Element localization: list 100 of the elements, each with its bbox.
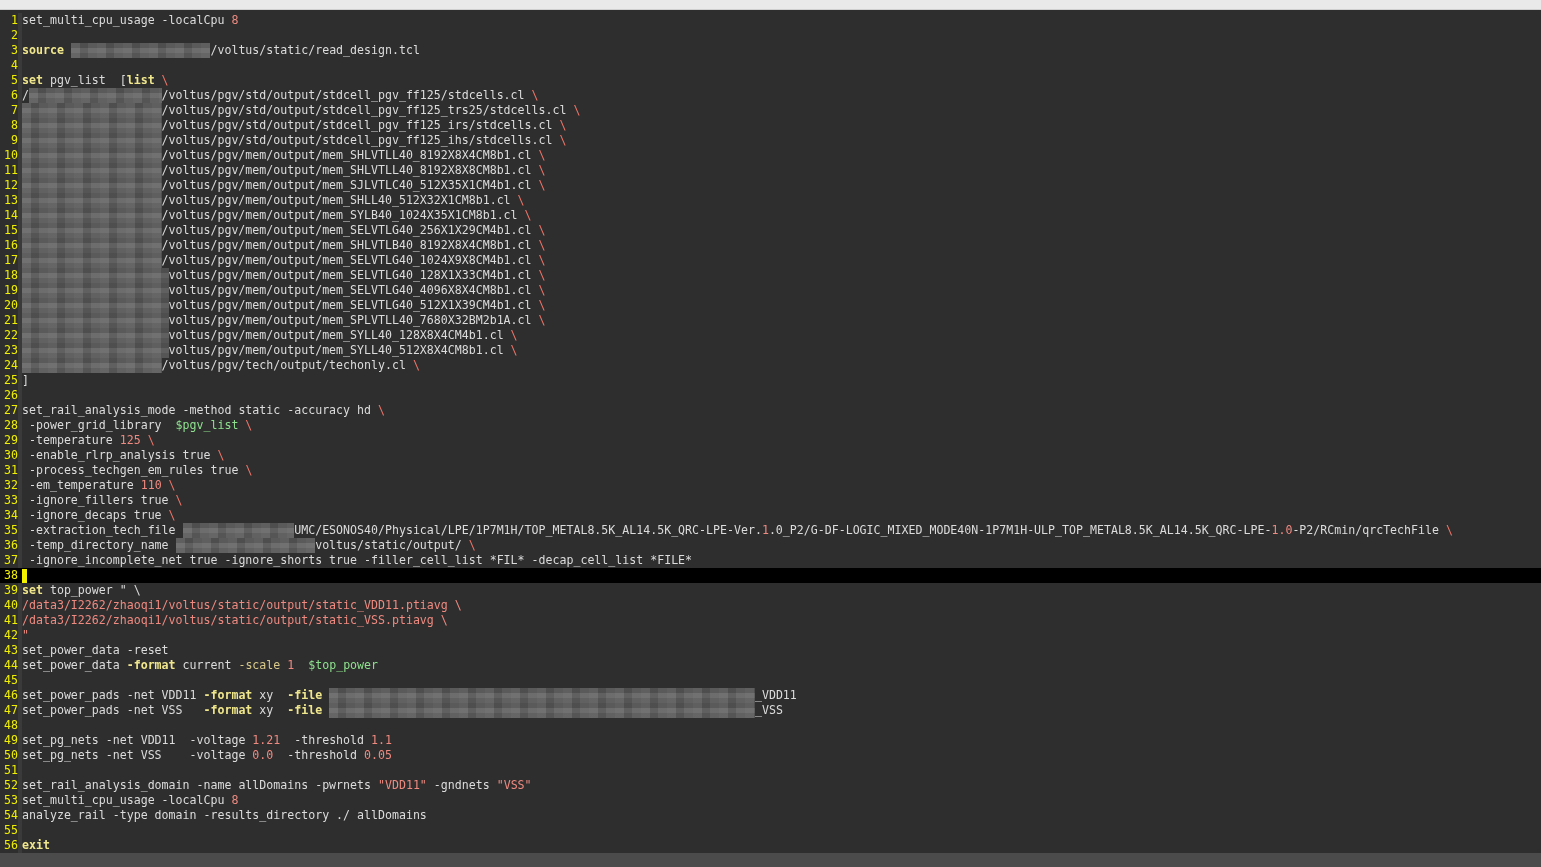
line-number: 43 [3,643,18,658]
code-text: voltus/pgv/mem/output/mem_SELVTLG40_512X1X39CM4b1.cl \ [168,298,546,313]
code-text: set_multi_cpu_usage -localCpu 8 [22,793,239,808]
line-number: 52 [3,778,18,793]
code-text: set_pg_nets -net VDD11 -voltage 1.21 -threshold 1.1 [22,733,392,748]
line-number: 45 [3,673,18,688]
line-number: 10 [3,148,18,163]
line-number: 44 [3,658,18,673]
line-number: 11 [3,163,18,178]
code-text: UMC/ESONOS40/Physical/LPE/1P7M1H/TOP_METAL8.5K_AL14.5K_QRC-LPE-Ver.1.0_P2/G-DF-LOGIC_MIXED_MODE40N-1P7M1H-ULP_TOP_METAL8.5K_AL14.5K_QRC-LPE-1.0-P2/RCmin/qrcTechFile \ [294,523,1453,538]
line-number: 39 [3,583,18,598]
code-text: voltus/static/output/ \ [315,538,476,553]
line-number: 4 [10,58,18,73]
line-number: 54 [3,808,18,823]
line-number: 38 [3,568,18,583]
text-cursor [22,569,27,583]
line-number: 15 [3,223,18,238]
code-text: /voltus/static/read_design.tcl [210,43,420,58]
line-number: 33 [3,493,18,508]
code-text: -process_techgen_em_rules true \ [27,463,253,478]
code-text: /voltus/pgv/mem/output/mem_SHLVTLL40_8192X8X4CM8b1.cl \ [161,148,546,163]
code-text: set_multi_cpu_usage -localCpu 8 [22,13,239,28]
line-number: 31 [3,463,18,478]
line-number: 17 [3,253,18,268]
code-text: /voltus/pgv/mem/output/mem_SELVTLG40_256X1X29CM4b1.cl \ [161,223,546,238]
line-number: 34 [3,508,18,523]
code-text: /voltus/pgv/mem/output/mem_SHLL40_512X32X1CM8b1.cl \ [161,193,525,208]
code-text: voltus/pgv/mem/output/mem_SYLL40_512X8X4CM8b1.cl \ [168,343,518,358]
line-number: 25 [3,373,18,388]
line-number: 3 [10,43,18,58]
code-text: -ignore_decaps true \ [27,508,176,523]
line-number: 49 [3,733,18,748]
code-text: -enable_rlrp_analysis true \ [27,448,225,463]
line-number: 20 [3,298,18,313]
code-text: /voltus/pgv/mem/output/mem_SJLVTLC40_512X35X1CM4b1.cl \ [161,178,546,193]
code-text: -temperature 125 \ [27,433,155,448]
code-text: set_rail_analysis_domain -name allDomains -pwrnets "VDD11" -gndnets "VSS" [22,778,532,793]
line-number: 42 [3,628,18,643]
line-number: 51 [3,763,18,778]
line-number: 32 [3,478,18,493]
code-text: /voltus/pgv/std/output/stdcell_pgv_ff125_irs/stdcells.cl \ [161,118,567,133]
line-number: 7 [10,103,18,118]
code-text: -temp_directory_name [27,538,170,553]
code-text: /voltus/pgv/tech/output/techonly.cl \ [161,358,420,373]
line-number: 19 [3,283,18,298]
line-number: 26 [3,388,18,403]
line-number: 5 [10,73,18,88]
code-text: /voltus/pgv/mem/output/mem_SELVTLG40_1024X9X8CM4b1.cl \ [161,253,546,268]
code-text: -ignore_incomplete_net true -ignore_shorts true -filler_cell_list *FIL* -decap_cell_list *FILE* [27,553,693,568]
code-text: /voltus/pgv/mem/output/mem_SHLVTLL40_8192X8X8CM8b1.cl \ [161,163,546,178]
code-text: voltus/pgv/mem/output/mem_SELVTLG40_4096X8X4CM8b1.cl \ [168,283,546,298]
code-text: /voltus/pgv/std/output/stdcell_pgv_ff125_trs25/stdcells.cl \ [161,103,581,118]
line-number: 8 [10,118,18,133]
line-number: 28 [3,418,18,433]
code-text: exit [22,838,50,853]
code-text: set_power_data -format current -scale 1 $top_power [22,658,379,673]
code-text: analyze_rail -type domain -results_directory ./ allDomains [22,808,427,823]
line-number: 24 [3,358,18,373]
line-number: 35 [3,523,18,538]
line-number: 30 [3,448,18,463]
code-text: voltus/pgv/mem/output/mem_SELVTLG40_128X1X33CM4b1.cl \ [168,268,546,283]
line-number: 47 [3,703,18,718]
line-number: 46 [3,688,18,703]
line-number: 13 [3,193,18,208]
code-text: set_rail_analysis_mode -method static -accuracy hd \ [22,403,385,418]
code-text: " [22,628,29,643]
line-number: 16 [3,238,18,253]
line-number: 53 [3,793,18,808]
code-text: / [22,88,29,103]
line-number: 37 [3,553,18,568]
line-number: 36 [3,538,18,553]
line-number: 22 [3,328,18,343]
line-number: 56 [3,838,18,853]
line-number: 55 [3,823,18,838]
line-number: 23 [3,343,18,358]
code-text: /voltus/pgv/mem/output/mem_SYLB40_1024X35X1CM8b1.cl \ [161,208,532,223]
line-number: 40 [3,598,18,613]
code-text: _VDD11 [754,688,797,703]
line-number: 41 [3,613,18,628]
line-number: 50 [3,748,18,763]
code-text: voltus/pgv/mem/output/mem_SYLL40_128X8X4CM4b1.cl \ [168,328,518,343]
line-number: 9 [10,133,18,148]
code-text: voltus/pgv/mem/output/mem_SPLVTLL40_7680X32BM2b1A.cl \ [168,313,546,328]
code-text: set_pg_nets -net VSS -voltage 0.0 -threshold 0.05 [22,748,392,763]
code-text: -em_temperature 110 \ [27,478,176,493]
code-text: /data3/I2262/zhaoqi1/voltus/static/output/static_VSS.ptiavg \ [22,613,448,628]
code-text: /voltus/pgv/std/output/stdcell_pgv_ff125_ihs/stdcells.cl \ [161,133,567,148]
line-number: 12 [3,178,18,193]
line-number: 6 [10,88,18,103]
line-number: 27 [3,403,18,418]
code-text: /data3/I2262/zhaoqi1/voltus/static/output/static_VDD11.ptiavg \ [22,598,462,613]
code-text: set top_power " \ [22,583,141,598]
code-text: -extraction_tech_file [27,523,177,538]
code-text: /voltus/pgv/std/output/stdcell_pgv_ff125/stdcells.cl \ [161,88,539,103]
code-text: ] [22,373,29,388]
code-text: -power_grid_library $pgv_list \ [27,418,253,433]
code-text: /voltus/pgv/mem/output/mem_SHLVTLB40_8192X8X4CM8b1.cl \ [161,238,546,253]
line-number: 21 [3,313,18,328]
code-text: set_power_pads -net VDD11 -format xy -file [22,688,324,703]
code-text: -ignore_fillers true \ [27,493,183,508]
